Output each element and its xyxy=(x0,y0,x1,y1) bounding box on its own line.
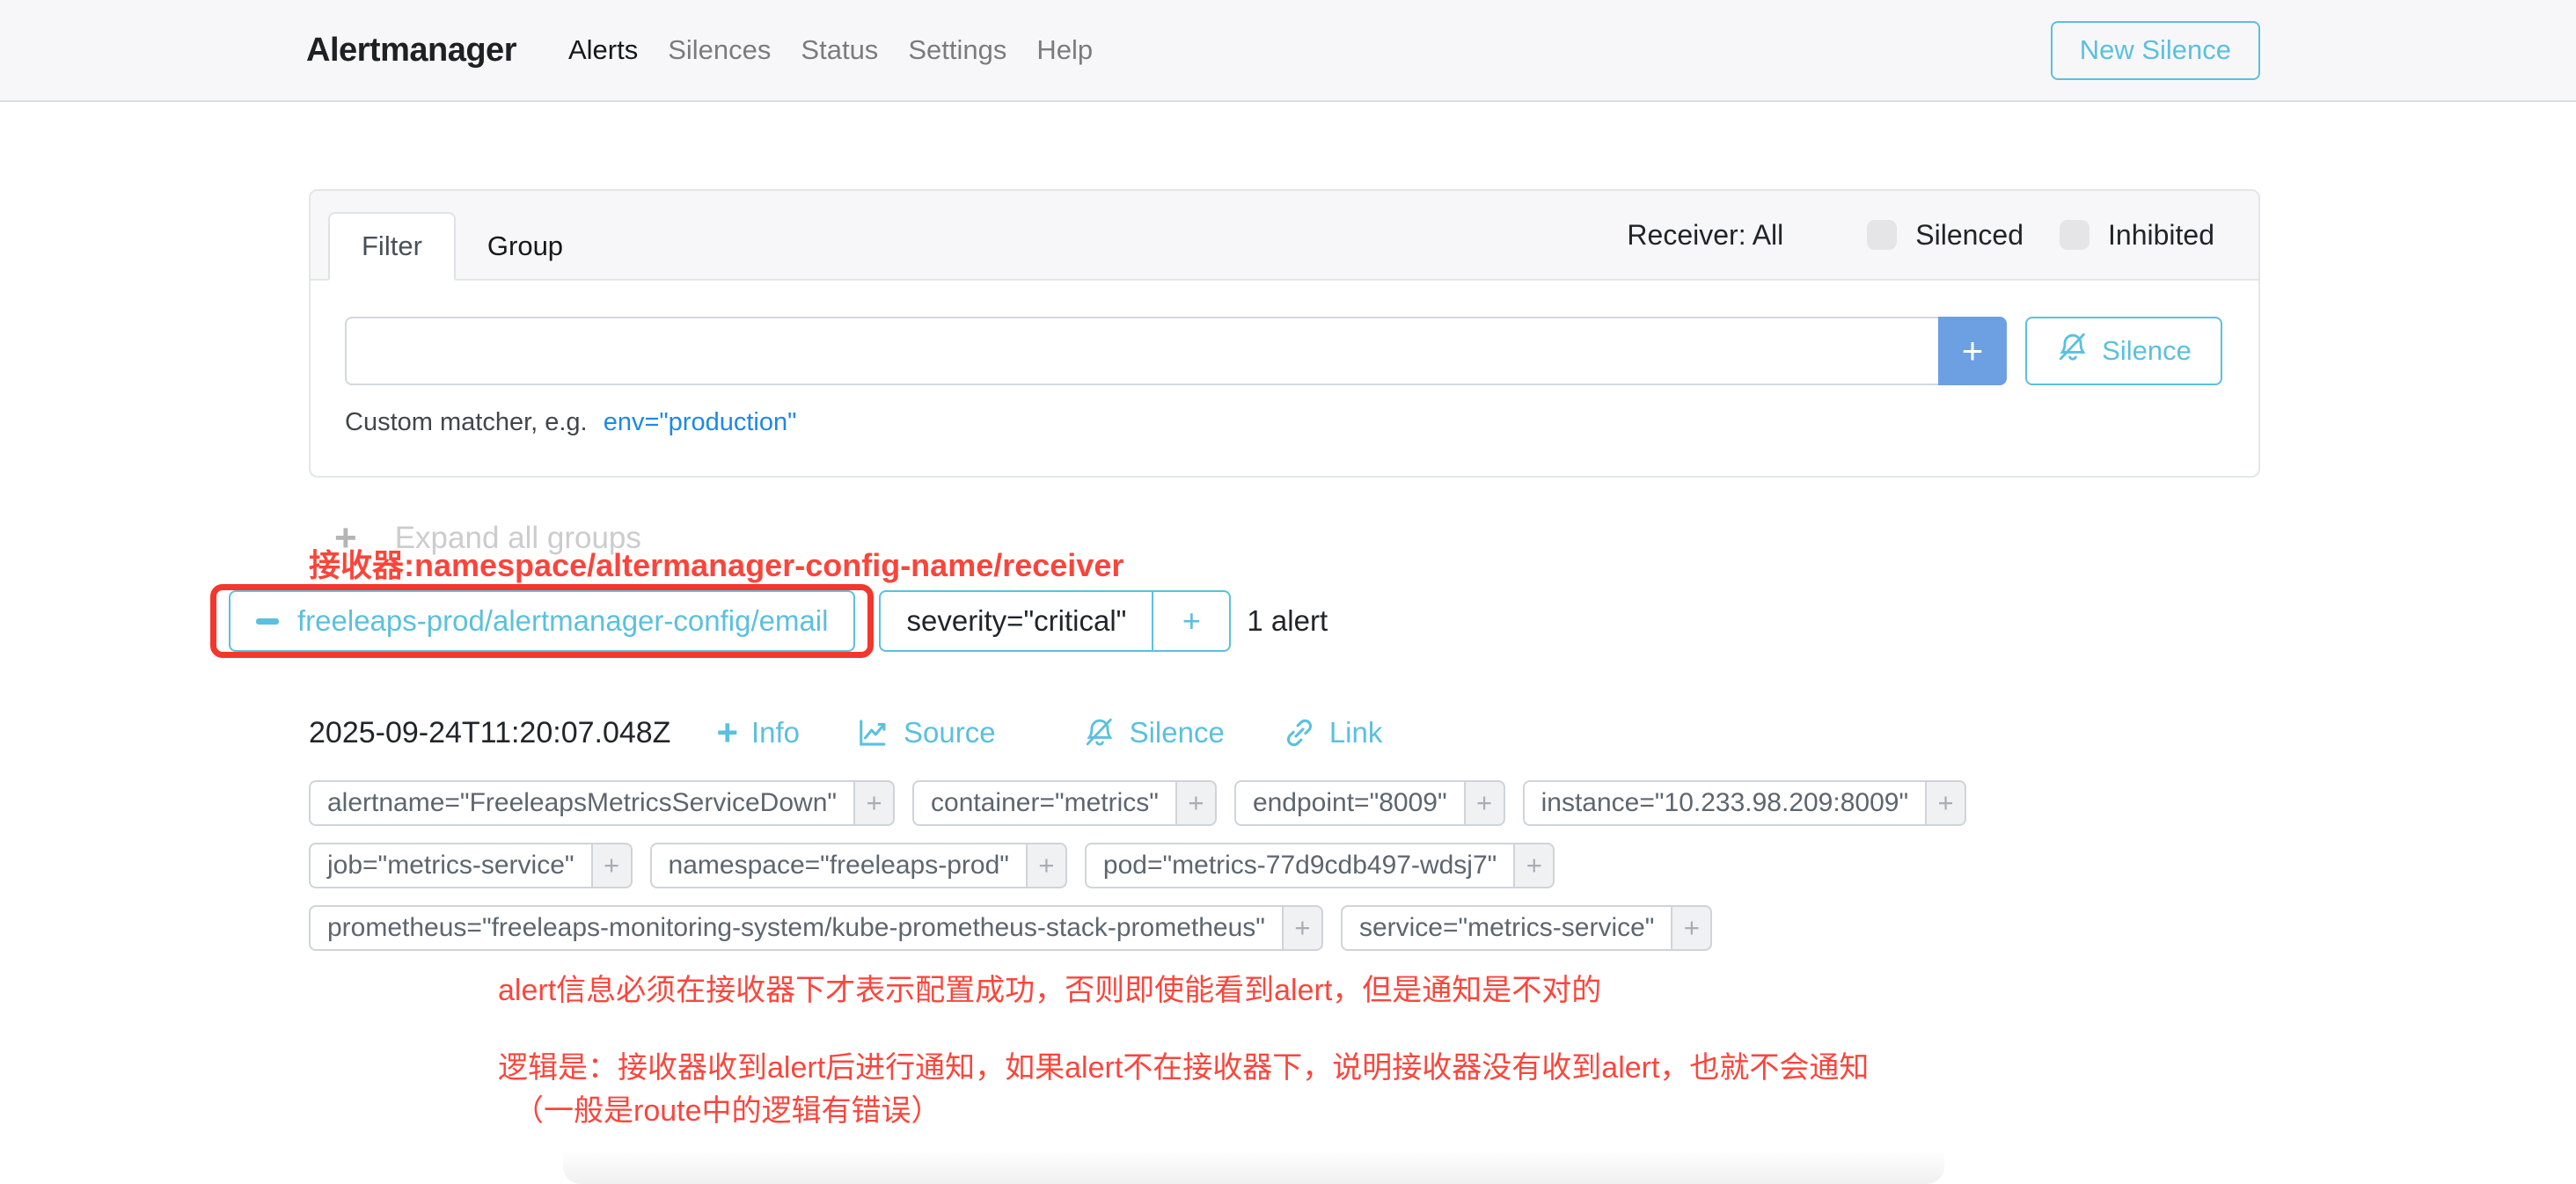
label-chip: container="metrics" + xyxy=(912,780,1217,826)
matcher-input[interactable] xyxy=(345,317,1938,385)
link-icon xyxy=(1283,716,1316,749)
collapse-minus-icon xyxy=(256,618,279,625)
silence-label: Silence xyxy=(1130,716,1225,749)
annotation-red-box: freeleaps-prod/alertmanager-config/email xyxy=(210,584,874,658)
label-chip-add-button[interactable]: + xyxy=(853,780,895,826)
alert-group-row: freeleaps-prod/alertmanager-config/email… xyxy=(210,584,1328,658)
new-silence-button[interactable]: New Silence xyxy=(2051,21,2260,80)
label-chip-text: namespace="freeleaps-prod" xyxy=(650,843,1026,888)
filter-card-body: + Silence Custom matcher, e.g. env="prod… xyxy=(311,281,2258,437)
link-label: Link xyxy=(1329,716,1383,749)
label-chip: alertname="FreeleapsMetricsServiceDown" … xyxy=(309,780,895,826)
alert-silence-button[interactable]: Silence xyxy=(1083,716,1225,749)
alert-source-link[interactable]: Source xyxy=(857,716,996,749)
inhibited-toggle-group: Inhibited xyxy=(2060,219,2214,252)
top-navbar: Alertmanager Alerts Silences Status Sett… xyxy=(0,0,2576,102)
nav-item-silences[interactable]: Silences xyxy=(653,34,786,66)
silenced-toggle-group: Silenced xyxy=(1867,219,2023,252)
alert-meta-row: 2025-09-24T11:20:07.048Z + Info Source S… xyxy=(309,709,1382,756)
plus-icon: + xyxy=(716,714,738,751)
app-brand[interactable]: Alertmanager xyxy=(306,32,516,69)
label-chip: namespace="freeleaps-prod" + xyxy=(650,843,1067,888)
annotation-note-1: alert信息必须在接收器下才表示配置成功，否则即使能看到alert，但是通知是… xyxy=(498,966,1601,1009)
silence-from-filter-button[interactable]: Silence xyxy=(2025,317,2222,385)
label-chip-add-button[interactable]: + xyxy=(591,843,633,888)
source-label: Source xyxy=(904,716,996,749)
hint-text: Custom matcher, e.g. xyxy=(345,408,588,436)
annotation-note-2: 逻辑是：接收器收到alert后进行通知，如果alert不在接收器下，说明接收器没… xyxy=(498,1047,1869,1133)
label-chip-add-button[interactable]: + xyxy=(1026,843,1067,888)
bell-slash-icon xyxy=(2056,331,2089,371)
filter-group-tabs: Filter Group xyxy=(328,212,595,281)
label-chip-add-button[interactable]: + xyxy=(1513,843,1555,888)
label-chip-add-button[interactable]: + xyxy=(1464,780,1505,826)
filter-card-header: Filter Group Receiver: All Silenced Inhi… xyxy=(311,191,2258,281)
nav-item-alerts[interactable]: Alerts xyxy=(553,34,653,66)
label-chip: job="metrics-service" + xyxy=(309,843,633,888)
inhibited-checkbox[interactable] xyxy=(2060,220,2089,250)
label-chip-add-button[interactable]: + xyxy=(1925,780,1966,826)
filter-toggles: Receiver: All Silenced Inhibited xyxy=(1627,219,2214,252)
alert-generator-link[interactable]: Link xyxy=(1283,716,1383,749)
hint-example-link[interactable]: env="production" xyxy=(604,408,797,436)
label-chip-add-button[interactable]: + xyxy=(1671,905,1712,951)
label-chip-text: job="metrics-service" xyxy=(309,843,591,888)
chart-icon xyxy=(857,716,890,749)
label-chip-text: alertname="FreeleapsMetricsServiceDown" xyxy=(309,780,853,826)
group-matcher-label: severity="critical" xyxy=(879,590,1153,652)
info-label: Info xyxy=(751,716,800,749)
silence-button-label: Silence xyxy=(2102,335,2192,367)
label-chip-text: service="metrics-service" xyxy=(1341,905,1672,951)
label-chip: instance="10.233.98.209:8009" + xyxy=(1523,780,1966,826)
main-nav: Alerts Silences Status Settings Help xyxy=(553,34,1108,66)
filter-card: Filter Group Receiver: All Silenced Inhi… xyxy=(309,189,2260,478)
nav-item-status[interactable]: Status xyxy=(786,34,893,66)
group-receiver-button[interactable]: freeleaps-prod/alertmanager-config/email xyxy=(229,590,855,652)
label-chip-text: instance="10.233.98.209:8009" xyxy=(1523,780,1925,826)
bottom-shadow xyxy=(563,1149,1944,1184)
nav-item-settings[interactable]: Settings xyxy=(893,34,1021,66)
annotation-note-2-line2: （一般是route中的逻辑有错误） xyxy=(498,1090,1869,1133)
annotation-note-2-line1: 逻辑是：接收器收到alert后进行通知，如果alert不在接收器下，说明接收器没… xyxy=(498,1047,1869,1090)
label-chip-text: endpoint="8009" xyxy=(1234,780,1464,826)
custom-matcher-hint: Custom matcher, e.g. env="production" xyxy=(345,408,2223,437)
tab-group[interactable]: Group xyxy=(456,212,595,281)
alert-timestamp: 2025-09-24T11:20:07.048Z xyxy=(309,716,670,750)
inhibited-label[interactable]: Inhibited xyxy=(2108,219,2214,252)
label-chip-add-button[interactable]: + xyxy=(1175,780,1217,826)
label-chip: prometheus="freeleaps-monitoring-system/… xyxy=(309,905,1323,951)
label-chip-text: pod="metrics-77d9cdb497-wdsj7" xyxy=(1085,843,1513,888)
silenced-checkbox[interactable] xyxy=(1867,220,1897,250)
label-chip: service="metrics-service" + xyxy=(1341,905,1713,951)
group-matcher-add-button[interactable]: + xyxy=(1153,590,1231,652)
annotation-receiver-note: 接收器:namespace/altermanager-config-name/r… xyxy=(309,540,1123,586)
alert-info-button[interactable]: + Info xyxy=(716,714,800,751)
label-chip-add-button[interactable]: + xyxy=(1282,905,1323,951)
label-chip-text: prometheus="freeleaps-monitoring-system/… xyxy=(309,905,1282,951)
label-chip: pod="metrics-77d9cdb497-wdsj7" + xyxy=(1085,843,1555,888)
alert-label-chips: alertname="FreeleapsMetricsServiceDown" … xyxy=(309,780,2024,951)
matcher-input-row: + Silence xyxy=(345,317,2223,385)
label-chip-text: container="metrics" xyxy=(912,780,1175,826)
group-matcher-chip: severity="critical" + xyxy=(879,590,1231,652)
label-chip: endpoint="8009" + xyxy=(1234,780,1505,826)
group-receiver-label: freeleaps-prod/alertmanager-config/email xyxy=(297,604,828,638)
silenced-label[interactable]: Silenced xyxy=(1915,219,2023,252)
nav-item-help[interactable]: Help xyxy=(1021,34,1108,66)
alert-count: 1 alert xyxy=(1247,604,1328,638)
tab-filter[interactable]: Filter xyxy=(328,212,456,281)
receiver-filter-dropdown[interactable]: Receiver: All xyxy=(1627,219,1783,252)
add-matcher-button[interactable]: + xyxy=(1938,317,2007,385)
bell-slash-icon xyxy=(1083,716,1116,749)
